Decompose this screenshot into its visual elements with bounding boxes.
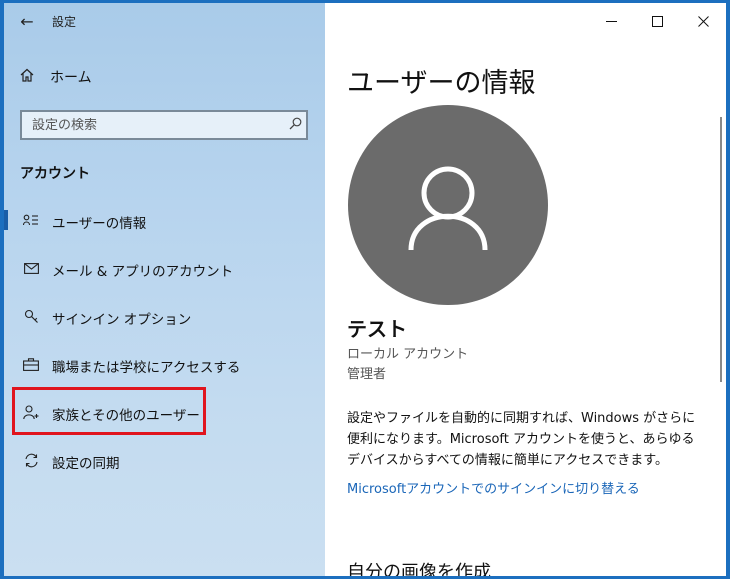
section-label-accounts: アカウント	[20, 166, 90, 182]
user-role: 管理者	[347, 367, 387, 382]
sidebar-item-label: メール & アプリのアカウント	[52, 264, 234, 280]
sidebar-item-label: 職場または学校にアクセスする	[52, 360, 241, 376]
page-title: ユーザーの情報	[347, 68, 536, 99]
window-controls	[588, 3, 726, 39]
maximize-button[interactable]	[634, 3, 680, 39]
switch-to-microsoft-account-link[interactable]: Microsoftアカウントでのサインインに切り替える	[347, 478, 640, 497]
user-silhouette-icon	[408, 166, 488, 251]
mail-icon	[20, 262, 42, 278]
sidebar-item-signin-options[interactable]: サインイン オプション	[4, 294, 325, 342]
main-content: ユーザーの情報 テスト ローカル アカウント 管理者 設定やファイルを自動的に同…	[325, 3, 726, 576]
sidebar-item-email-accounts[interactable]: メール & アプリのアカウント	[4, 246, 325, 294]
sidebar-item-sync-settings[interactable]: 設定の同期	[4, 438, 325, 486]
settings-window: ← 設定 ホーム アカウント ユーザーの情報	[4, 3, 726, 576]
user-name: テスト	[347, 317, 407, 341]
nav-home[interactable]: ホーム	[4, 61, 325, 93]
search-icon[interactable]	[284, 117, 306, 134]
search-input[interactable]	[32, 117, 284, 133]
minimize-button[interactable]	[588, 3, 634, 39]
sidebar-item-label: 設定の同期	[52, 456, 120, 472]
sync-icon	[20, 453, 42, 472]
user-info-icon	[20, 214, 42, 230]
close-button[interactable]	[680, 3, 726, 39]
key-icon	[20, 309, 42, 328]
back-arrow-icon: ←	[20, 11, 34, 31]
maximize-icon	[651, 15, 663, 27]
nav-home-label: ホーム	[50, 70, 92, 86]
back-button[interactable]: ←	[4, 3, 50, 39]
add-person-icon	[20, 404, 42, 424]
nav-list: ユーザーの情報 メール & アプリのアカウント サインイン オプション 職場また…	[4, 198, 325, 486]
home-icon	[20, 68, 42, 86]
sidebar-item-family-other-users[interactable]: 家族とその他のユーザー	[4, 390, 325, 438]
minimize-icon	[605, 20, 617, 22]
sidebar-item-label: 家族とその他のユーザー	[52, 408, 200, 424]
briefcase-icon	[20, 357, 42, 375]
create-picture-heading: 自分の画像を作成	[347, 562, 491, 576]
scrollbar[interactable]	[720, 117, 722, 382]
sidebar-item-label: サインイン オプション	[52, 312, 192, 328]
sidebar-item-user-info[interactable]: ユーザーの情報	[4, 198, 325, 246]
app-title: 設定	[52, 14, 77, 29]
titlebar-left: ← 設定	[4, 3, 325, 39]
avatar	[348, 105, 548, 305]
sidebar: ← 設定 ホーム アカウント ユーザーの情報	[4, 3, 325, 576]
close-icon	[697, 15, 709, 27]
sync-info-text: 設定やファイルを自動的に同期すれば、Windows がさらに便利になります。Mi…	[347, 411, 696, 468]
sidebar-item-label: ユーザーの情報	[52, 216, 147, 232]
sidebar-item-work-school[interactable]: 職場または学校にアクセスする	[4, 342, 325, 390]
account-type: ローカル アカウント	[347, 347, 469, 362]
search-box[interactable]	[20, 110, 308, 140]
